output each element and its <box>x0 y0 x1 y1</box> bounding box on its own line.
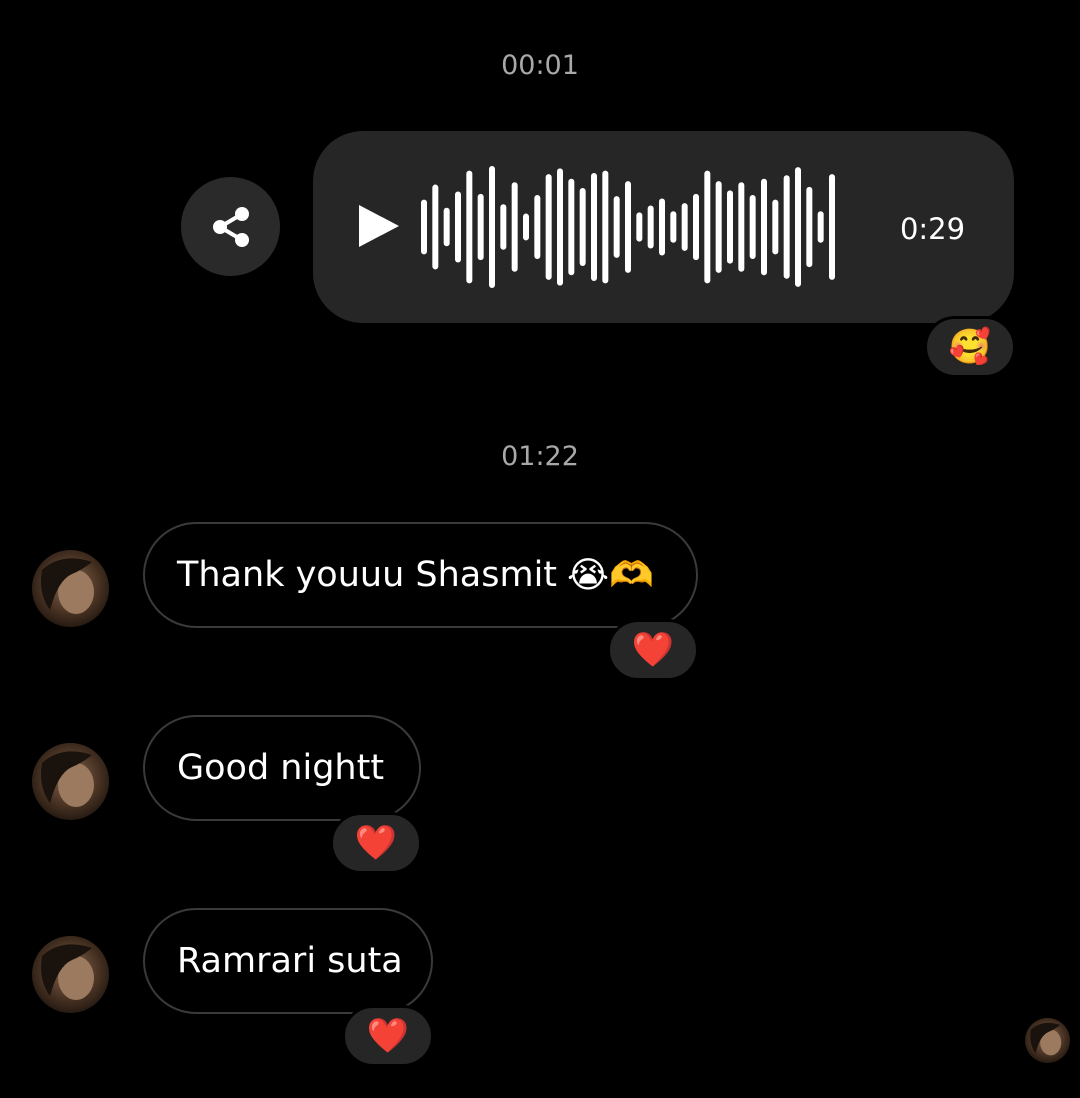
message-text: Good nightt <box>177 748 385 788</box>
reaction-emoji: 🥰 <box>948 327 992 367</box>
voice-waveform[interactable] <box>420 166 836 288</box>
message-bubble[interactable]: Good nightt <box>143 715 421 821</box>
message-bubble[interactable]: Thank youuu Shasmit 😭🫶 <box>143 522 698 628</box>
avatar[interactable] <box>32 550 109 627</box>
heart-reaction: ❤️ <box>354 823 398 863</box>
reaction-badge[interactable]: 🥰 <box>924 316 1016 378</box>
share-button[interactable] <box>181 177 280 276</box>
avatar[interactable] <box>32 936 109 1013</box>
voice-duration: 0:29 <box>899 212 966 246</box>
message-text: Ramrari suta <box>177 941 403 981</box>
seen-avatar <box>1025 1018 1070 1063</box>
reaction-badge[interactable]: ❤️ <box>330 812 422 874</box>
chat-screen: 00:01 0:29 🥰 01:22 Thank youuu Shasmit 😭… <box>0 0 1080 1098</box>
play-icon[interactable] <box>355 203 401 249</box>
heart-reaction: ❤️ <box>631 630 675 670</box>
reaction-badge[interactable]: ❤️ <box>342 1005 434 1067</box>
avatar[interactable] <box>32 743 109 820</box>
reaction-badge[interactable]: ❤️ <box>607 619 699 681</box>
message-text: Thank youuu Shasmit <box>177 555 558 595</box>
share-icon <box>212 206 249 247</box>
message-emoji: 😭🫶 <box>567 555 654 596</box>
message-bubble[interactable]: Ramrari suta <box>143 908 433 1014</box>
heart-reaction: ❤️ <box>366 1016 410 1056</box>
timestamp: 00:01 <box>501 50 579 81</box>
timestamp: 01:22 <box>501 441 579 472</box>
